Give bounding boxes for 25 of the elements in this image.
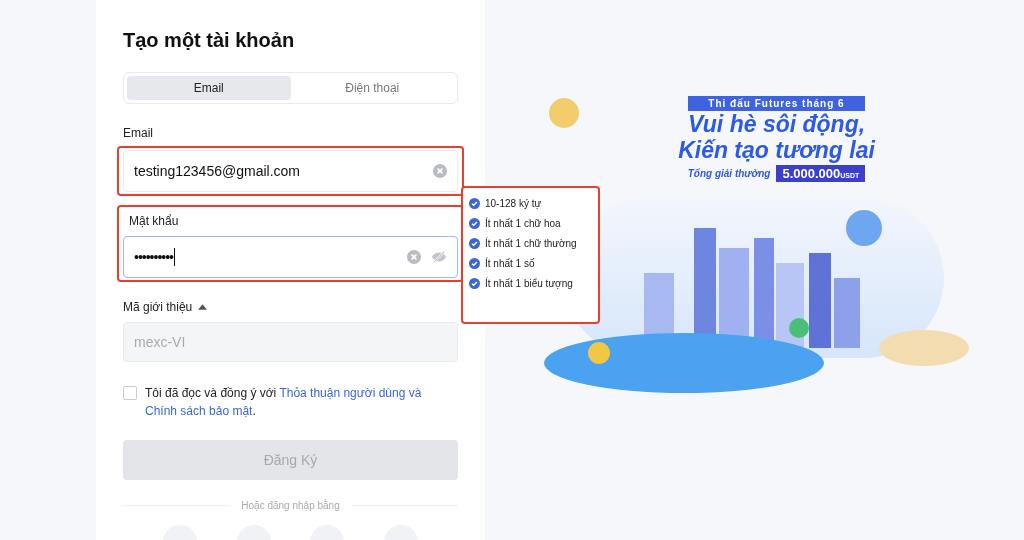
page-title: Tạo một tài khoản	[123, 28, 296, 52]
banner-subtitle: Thi đấu Futures tháng 6	[688, 96, 865, 111]
password-field[interactable]: ••••••••••	[123, 236, 458, 278]
rule-text: 10-128 ký tự	[485, 198, 542, 209]
rule-text: Ít nhất 1 chữ hoa	[485, 218, 561, 229]
agree-checkbox[interactable]	[123, 386, 137, 400]
caret-icon[interactable]	[198, 304, 208, 310]
rule-text: Ít nhất 1 biểu tượng	[485, 278, 573, 289]
clear-icon[interactable]	[407, 250, 421, 264]
banner-headline: Vui hè sôi động,	[687, 111, 866, 137]
terms-text: Tôi đã đọc và đồng ý với Thỏa thuận người dùng và Chính sách bảo mật.	[145, 385, 423, 420]
divider-text: Hoặc đăng nhập bằng	[241, 500, 340, 511]
email-field[interactable]: testing123456@gmail.com	[123, 150, 458, 192]
rule-text: Ít nhất 1 số	[485, 258, 535, 269]
tab[interactable]: Email	[127, 76, 291, 100]
clear-icon[interactable]	[433, 164, 447, 178]
prize-label: Tổng giải thưởng	[687, 168, 771, 179]
eye-slash-icon[interactable]	[431, 250, 447, 264]
field-label: Mã giới thiệu	[123, 300, 193, 314]
rule-text: Ít nhất 1 chữ thường	[485, 238, 577, 249]
field-label: Email	[123, 126, 154, 140]
banner-headline: Kiến tạo tương lai	[678, 137, 875, 163]
field-label: Mật khẩu	[129, 214, 180, 228]
tab[interactable]: Điện thoại	[290, 76, 454, 100]
policy-link[interactable]: Thỏa thuận người dùng và	[279, 386, 422, 400]
